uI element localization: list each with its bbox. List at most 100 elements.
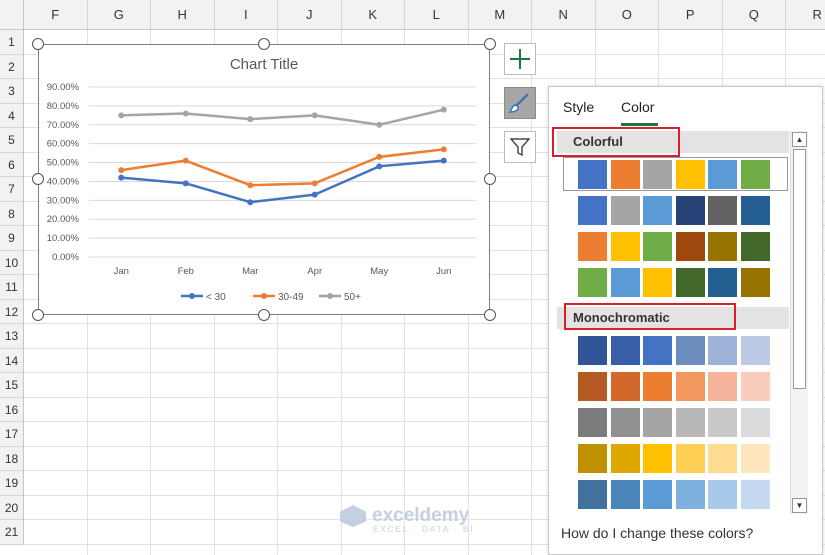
data-point [311,112,318,119]
row-header-14[interactable]: 14 [0,348,24,373]
row-header-8[interactable]: 8 [0,201,24,226]
color-swatch [610,408,640,437]
resize-handle[interactable] [484,309,496,321]
column-header-R[interactable]: R [786,0,825,30]
color-swatch [643,444,673,473]
column-header-O[interactable]: O [595,0,659,30]
row-header-4[interactable]: 4 [0,103,24,128]
column-header-F[interactable]: F [24,0,88,30]
scroll-down-arrow[interactable]: ▼ [792,498,807,513]
funnel-icon [509,138,531,157]
select-all-corner[interactable] [0,0,24,30]
x-tick-label: Mar [242,266,258,277]
color-swatch [578,408,607,437]
resize-handle[interactable] [32,309,44,321]
row-header-18[interactable]: 18 [0,446,24,471]
column-header-I[interactable]: I [214,0,278,30]
data-point [440,146,447,153]
row-header-17[interactable]: 17 [0,422,24,447]
resize-handle[interactable] [258,38,270,50]
help-link[interactable]: How do I change these colors? [561,525,753,541]
color-swatch [675,232,705,261]
chart-styles-button[interactable] [504,87,536,119]
column-header-H[interactable]: H [151,0,215,30]
line-chart[interactable]: Chart Title 0.00% 10.00% 20.00% 30.00% 40.00%… [39,45,491,316]
data-point [376,163,383,170]
color-swatch [675,444,705,473]
scroll-up-arrow[interactable]: ▲ [792,132,807,147]
row-header-5[interactable]: 5 [0,128,24,153]
color-swatch [643,268,673,297]
x-tick-label: Feb [178,266,194,277]
row-header-11[interactable]: 11 [0,275,24,300]
row-header-20[interactable]: 20 [0,495,24,520]
watermark-tagline: EXCEL · DATA · BI [373,525,475,535]
row-header-10[interactable]: 10 [0,250,24,275]
color-swatch [708,336,738,365]
data-point [376,121,383,128]
chart-filters-button[interactable] [504,131,536,163]
row-header-9[interactable]: 9 [0,226,24,251]
column-header-J[interactable]: J [278,0,342,30]
color-swatch [610,232,640,261]
y-tick-label: 80.00% [47,101,80,112]
row-header-15[interactable]: 15 [0,373,24,398]
series-line [121,108,445,127]
panel-scrollbar[interactable]: ▲ ▼ [790,131,808,514]
color-swatch [578,232,607,261]
watermark: exceldemy EXCEL · DATA · BI [340,505,474,534]
y-tick-label: 50.00% [47,158,80,169]
data-point [440,157,447,164]
chart-title: Chart Title [230,56,298,73]
row-header-21[interactable]: 21 [0,520,24,545]
color-swatch [741,196,770,225]
row-header-16[interactable]: 16 [0,397,24,422]
tab-style[interactable]: Style [563,99,594,115]
resize-handle[interactable] [484,38,496,50]
row-header-19[interactable]: 19 [0,471,24,496]
data-point [118,167,125,174]
row-header-12[interactable]: 12 [0,299,24,324]
column-header-P[interactable]: P [659,0,723,30]
column-header-Q[interactable]: Q [722,0,786,30]
plus-icon [510,49,530,69]
row-header-6[interactable]: 6 [0,152,24,177]
color-swatch [610,196,640,225]
legend-marker [327,293,333,299]
chart-elements-button[interactable] [504,43,536,75]
column-header-L[interactable]: L [405,0,469,30]
data-point [182,157,189,164]
color-swatch [643,232,673,261]
legend-marker [189,293,195,299]
chart-area[interactable]: Chart Title 0.00% 10.00% 20.00% 30.00% 40.00%… [38,44,490,315]
color-swatch [741,480,770,509]
row-header-3[interactable]: 3 [0,79,24,104]
resize-handle[interactable] [258,309,270,321]
active-tab-indicator [621,123,658,126]
row-header-7[interactable]: 7 [0,177,24,202]
color-swatch [708,480,738,509]
column-header-N[interactable]: N [532,0,596,30]
y-tick-label: 0.00% [52,252,79,263]
data-point [376,153,383,160]
tab-color[interactable]: Color [621,99,654,115]
row-header-2[interactable]: 2 [0,54,24,79]
y-tick-label: 70.00% [47,120,80,131]
highlight-box-colorful [552,127,680,157]
color-swatch [610,336,640,365]
y-tick-label: 10.00% [47,233,80,244]
row-header-1[interactable]: 1 [0,30,24,55]
column-header-M[interactable]: M [468,0,532,30]
x-tick-label: Jan [114,266,129,277]
column-header-K[interactable]: K [341,0,405,30]
scroll-thumb[interactable] [793,149,806,389]
x-tick-label: Jun [436,266,451,277]
row-header-13[interactable]: 13 [0,324,24,349]
color-swatch [643,336,673,365]
resize-handle[interactable] [32,38,44,50]
column-header-G[interactable]: G [87,0,151,30]
resize-handle[interactable] [484,173,496,185]
resize-handle[interactable] [32,173,44,185]
color-swatch [675,268,705,297]
color-swatch [578,196,607,225]
